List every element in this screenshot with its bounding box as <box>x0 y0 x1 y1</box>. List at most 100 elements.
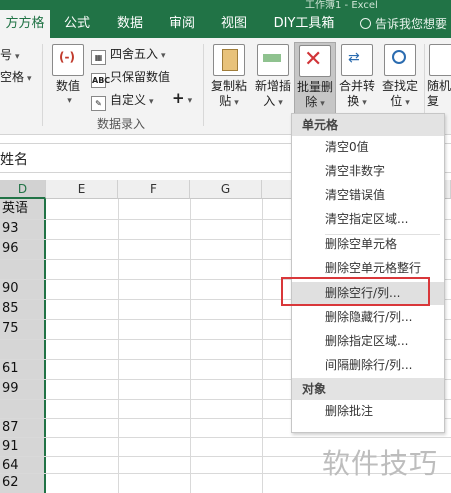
copy-paste-button[interactable]: 复制粘 贴 ▾ <box>208 44 250 111</box>
batch-delete-button[interactable]: ✕ 批量删 除 ▾ <box>294 42 336 114</box>
tab-formulas[interactable]: 公式 <box>57 10 97 38</box>
insert-rows-icon <box>257 44 289 76</box>
delete-grid-icon: ✕ <box>299 45 331 77</box>
new-insert-label-2: 入 ▾ <box>252 94 294 111</box>
tell-me-box[interactable]: 告诉我您想要 <box>360 10 447 38</box>
dropdown-arrow-icon: ▾ <box>27 74 32 84</box>
cell-d8[interactable] <box>0 339 44 359</box>
group-label-data-entry: 数据录入 <box>97 117 146 131</box>
clipboard-icon <box>213 44 245 76</box>
batch-delete-label-2-text: 除 <box>305 95 318 109</box>
lightbulb-icon <box>360 18 371 29</box>
round-icon: ▦ <box>91 50 106 65</box>
dropdown-arrow-icon: ▾ <box>187 96 193 106</box>
round-label: 四舍五入 <box>110 47 159 61</box>
dropdown-arrow-icon: ▾ <box>278 98 283 108</box>
ribbon-partial-item-1[interactable]: 号 ▾ <box>0 46 20 63</box>
round-button[interactable]: ▦ 四舍五入 ▾ <box>91 45 166 65</box>
column-header-d[interactable]: D <box>0 180 46 199</box>
cell-d7[interactable]: 75 <box>0 319 44 339</box>
cell-d3[interactable]: 96 <box>0 239 44 259</box>
cell-d10[interactable]: 99 <box>0 379 44 399</box>
random-label-2: 复 <box>427 94 440 108</box>
tab-view[interactable]: 视图 <box>214 10 254 38</box>
cell-d15[interactable]: 62 <box>0 473 44 493</box>
add-button[interactable]: + ▾ <box>172 89 192 107</box>
find-locate-button[interactable]: 查找定 位 ▾ <box>379 44 421 111</box>
title-bar: 工作簿1 - Excel <box>0 0 451 11</box>
merge-icon: ⇄ <box>341 44 373 76</box>
abc-icon: ABC <box>91 73 110 88</box>
find-locate-label-1: 查找定 <box>381 79 418 93</box>
merge-convert-button[interactable]: ⇄ 合并转 换 ▾ <box>336 44 378 111</box>
highlight-annotation-box <box>281 277 430 306</box>
column-header-f[interactable]: F <box>118 180 190 199</box>
ribbon-partial-label-1: 号 <box>0 48 13 62</box>
ribbon-tabs: 方方格子 公式 数据 审阅 视图 DIY工具箱 告诉我您想要 <box>0 10 451 59</box>
dropdown-arrow-icon: ▾ <box>15 52 20 62</box>
tab-fangfanggezi[interactable]: 方方格子 <box>0 10 50 59</box>
menu-section-cells: 单元格 <box>292 114 444 136</box>
find-locate-label-2-text: 位 <box>390 94 403 108</box>
menu-item-delete-hidden-rows-cols[interactable]: 删除隐藏行/列... <box>292 306 444 329</box>
menu-item-clear-errors[interactable]: 清空错误值 <box>292 184 444 207</box>
copy-paste-label-2-text: 贴 <box>219 94 232 108</box>
watermark-text: 软件技巧 <box>322 447 439 480</box>
dropdown-arrow-icon: ▾ <box>405 98 410 108</box>
cell-d2[interactable]: 93 <box>0 219 44 239</box>
numeric-label: 数值 <box>55 79 80 93</box>
tab-data[interactable]: 数据 <box>110 10 150 38</box>
new-insert-button[interactable]: 新增插 入 ▾ <box>252 44 294 111</box>
custom-button[interactable]: ✎ 自定义 ▾ <box>91 91 154 111</box>
random-icon <box>429 44 451 76</box>
merge-convert-label-2-text: 换 <box>347 94 360 108</box>
menu-item-delete-specified-range[interactable]: 删除指定区域... <box>292 330 444 353</box>
menu-item-clear-range[interactable]: 清空指定区域... <box>292 208 444 231</box>
menu-item-delete-empty-cells[interactable]: 删除空单元格 <box>292 233 444 256</box>
copy-paste-label-1: 复制粘 <box>210 79 247 93</box>
column-header-e[interactable]: E <box>46 180 118 199</box>
cell-d12[interactable]: 87 <box>0 418 44 438</box>
numeric-button[interactable]: (-) 数值 ▾ <box>50 44 86 109</box>
merge-convert-label-1: 合并转 <box>338 79 375 93</box>
cell-d6[interactable]: 85 <box>0 299 44 319</box>
menu-item-clear-non-numeric[interactable]: 清空非数字 <box>292 160 444 183</box>
menu-item-interval-delete[interactable]: 间隔删除行/列... <box>292 354 444 377</box>
keep-numeric-button[interactable]: ABC只保留数值 <box>91 68 170 88</box>
menu-section-objects: 对象 <box>292 378 444 400</box>
dropdown-arrow-icon: ▾ <box>362 98 367 108</box>
random-button[interactable]: 随机 复 <box>427 44 451 109</box>
cell-d5[interactable]: 90 <box>0 279 44 299</box>
new-insert-label-1: 新增插 <box>254 79 291 93</box>
column-header-g[interactable]: G <box>190 180 262 199</box>
custom-label: 自定义 <box>110 93 147 107</box>
cell-d1[interactable]: 英语 <box>0 199 44 219</box>
cell-d13[interactable]: 91 <box>0 437 44 457</box>
merge-convert-label-2: 换 ▾ <box>336 94 378 111</box>
batch-delete-label-2: 除 ▾ <box>295 95 335 112</box>
tab-review[interactable]: 审阅 <box>162 10 202 38</box>
ribbon-partial-label-2: 空格 <box>0 70 25 84</box>
cell-d4[interactable] <box>0 259 44 279</box>
tab-diy-toolbox[interactable]: DIY工具箱 <box>268 10 340 38</box>
menu-item-clear-zero[interactable]: 清空0值 <box>292 136 444 159</box>
gridline <box>118 199 119 493</box>
menu-item-delete-comments[interactable]: 删除批注 <box>292 400 444 423</box>
plus-icon: + <box>172 89 185 107</box>
dropdown-arrow-icon: ▾ <box>234 98 239 108</box>
dropdown-arrow-icon: ▾ <box>149 97 154 107</box>
batch-delete-dropdown-menu: 单元格 清空0值 清空非数字 清空错误值 清空指定区域... 删除空单元格 删除… <box>291 113 445 433</box>
tell-me-text: 告诉我您想要 <box>375 17 448 31</box>
cell-d11[interactable] <box>0 399 44 419</box>
row-gridline <box>0 437 451 438</box>
copy-paste-label-2: 贴 ▾ <box>208 94 250 111</box>
cell-d9[interactable]: 61 <box>0 359 44 379</box>
numeric-icon: (-) <box>52 44 84 76</box>
ribbon-partial-item-2[interactable]: 空格 ▾ <box>0 68 32 85</box>
batch-delete-label-1: 批量删 <box>296 80 333 94</box>
dropdown-arrow-icon: ▾ <box>67 96 72 106</box>
random-label-1: 随机 <box>427 79 451 93</box>
keep-numeric-label: 只保留数值 <box>110 70 171 84</box>
find-icon <box>384 44 416 76</box>
dropdown-arrow-icon: ▾ <box>320 99 325 109</box>
